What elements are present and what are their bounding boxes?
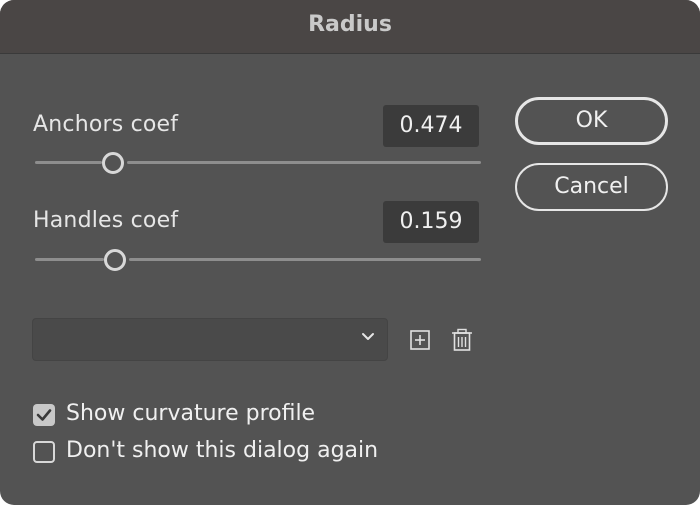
dont-show-again-checkbox[interactable]	[33, 441, 55, 463]
slider-track	[129, 258, 481, 261]
slider-thumb[interactable]	[102, 152, 124, 174]
ok-button[interactable]: OK	[515, 97, 668, 145]
show-curvature-checkbox[interactable]	[33, 404, 55, 426]
cancel-button[interactable]: Cancel	[515, 163, 668, 211]
slider-track	[35, 258, 104, 261]
show-curvature-label[interactable]: Show curvature profile	[66, 401, 315, 426]
trash-icon[interactable]	[450, 328, 474, 352]
handles-coef-label: Handles coef	[33, 208, 179, 233]
slider-track	[35, 161, 102, 164]
handles-coef-field[interactable]: 0.159	[383, 201, 479, 243]
slider-track	[127, 161, 481, 164]
dialog-titlebar: Radius	[0, 0, 700, 54]
add-icon[interactable]	[408, 328, 432, 352]
dont-show-again-label[interactable]: Don't show this dialog again	[66, 438, 378, 463]
radius-dialog: Radius Anchors coef 0.474 Handles coef 0…	[0, 0, 700, 505]
anchors-coef-label: Anchors coef	[33, 112, 179, 137]
preset-dropdown[interactable]	[32, 318, 388, 361]
chevron-down-icon	[362, 333, 374, 340]
anchors-coef-field[interactable]: 0.474	[383, 105, 479, 147]
checkmark-icon	[36, 409, 52, 421]
slider-thumb[interactable]	[104, 249, 126, 271]
dialog-title: Radius	[308, 12, 392, 37]
